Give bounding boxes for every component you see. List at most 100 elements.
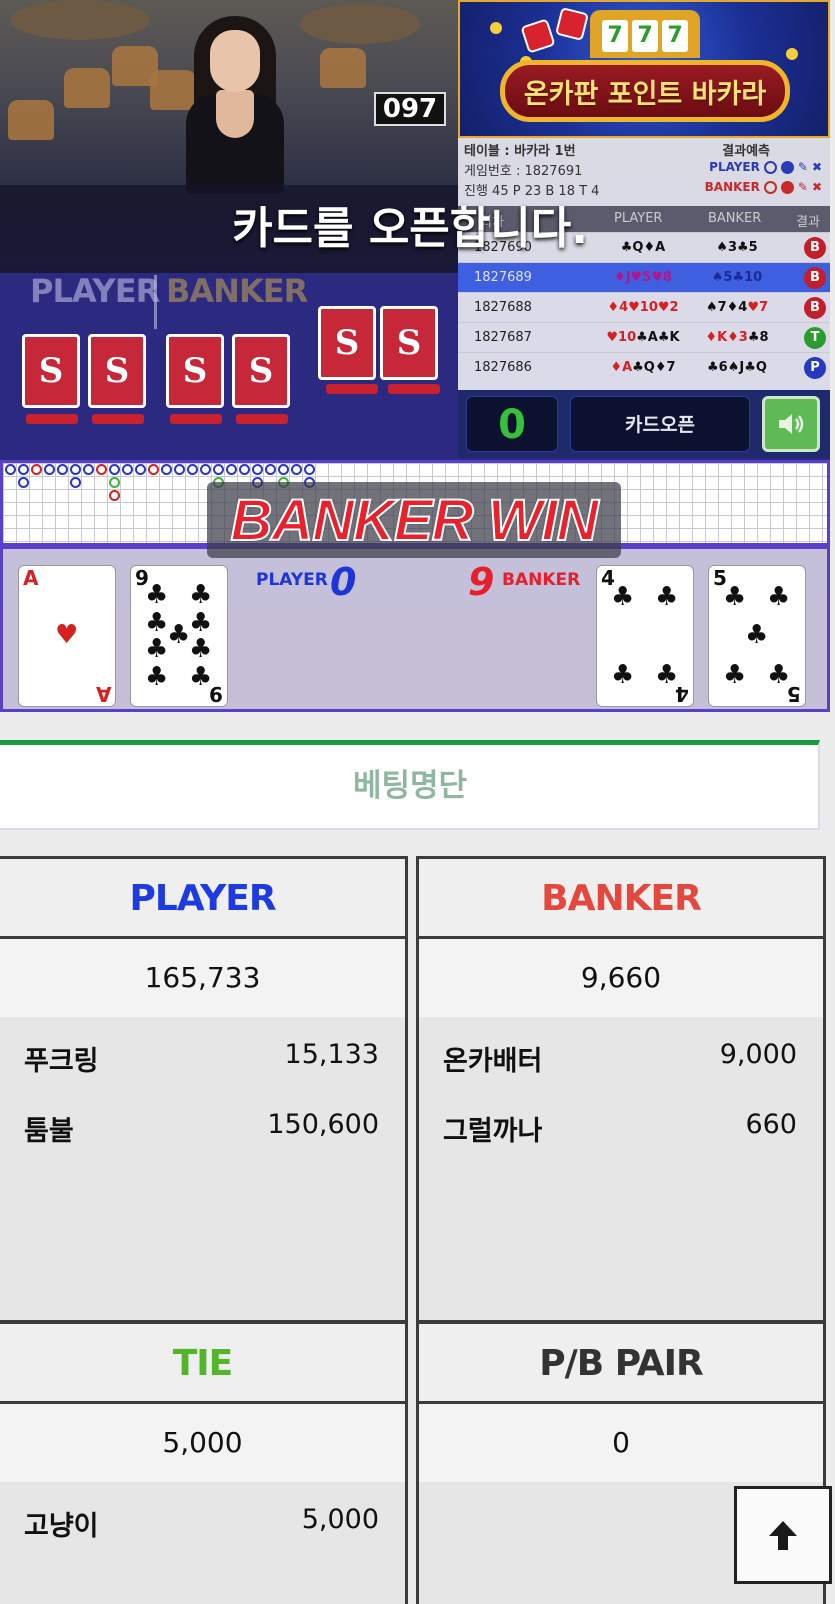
open-card-button[interactable]: 카드오픈: [570, 396, 750, 452]
bettor-name: 툼불: [24, 1116, 74, 1147]
dice-icon: [520, 18, 556, 54]
card-rank: A: [95, 682, 111, 706]
card-suit-icon: ♣: [723, 582, 747, 612]
history-result-badge: B: [804, 267, 826, 289]
card-holder: [170, 414, 222, 424]
history-row: 1827687 ♥10♣A♣K ♦K♦3♣8 T: [458, 322, 830, 352]
pencil-icon[interactable]: ✎: [798, 160, 808, 174]
card-suit-icon: ♣: [189, 634, 213, 664]
bead-marker: [252, 464, 263, 475]
bead-marker: [109, 464, 120, 475]
bet-total-pair: 0: [419, 1404, 823, 1482]
card-suit-icon: ♣: [189, 608, 213, 638]
circle-outline-icon[interactable]: [763, 160, 777, 174]
circle-filled-icon[interactable]: [780, 160, 794, 174]
banker-predict[interactable]: BANKER ✎ ✖: [705, 180, 822, 194]
bettor-name: 온카배터: [443, 1046, 543, 1077]
card-suit-icon: ♣: [655, 660, 679, 690]
slot-symbol: 7: [602, 20, 628, 52]
history-round: 1827690: [474, 240, 532, 255]
circle-filled-icon[interactable]: [780, 180, 794, 194]
table-name: 테이블 : 바카라 1번: [464, 144, 576, 159]
history-row: 1827686 ♦A♣Q♦7 ♣6♠J♣Q P: [458, 352, 830, 382]
card-holder: [26, 414, 78, 424]
bead-marker: [265, 464, 276, 475]
felt-player-label: PLAYER: [30, 272, 160, 310]
bet-head-pair: P/B PAIR: [419, 1324, 823, 1404]
bead-marker: [161, 464, 172, 475]
banker-score-label: BANKER: [502, 570, 581, 590]
dice-icon: [555, 7, 589, 41]
slot-symbol: 7: [632, 20, 658, 52]
bet-total-tie: 5,000: [0, 1404, 405, 1482]
bead-marker: [213, 464, 224, 475]
card-suit-icon: ♣: [145, 662, 169, 692]
playing-card: 4 4 ♣ ♣ ♣ ♣: [596, 565, 694, 707]
bead-marker: [148, 464, 159, 475]
history-banker-cards: ♣6♠J♣Q: [707, 360, 767, 375]
bead-marker: [44, 464, 55, 475]
bead-marker: [18, 477, 29, 488]
card-suit-icon: ♣: [167, 620, 191, 650]
bettor-name: 고냥이: [24, 1511, 99, 1542]
history-banker-cards: ♠5♣10: [711, 270, 763, 285]
bet-amount: 660: [745, 1109, 797, 1140]
history-round: 1827688: [474, 300, 532, 315]
bead-marker: [291, 464, 302, 475]
sound-toggle[interactable]: [762, 396, 820, 452]
card-suit-icon: ♥: [55, 620, 79, 650]
bet-column-player: PLAYER 165,733 푸크링 15,133 툼불 150,600: [0, 856, 408, 1323]
card-suit-icon: ♣: [611, 582, 635, 612]
card-suit-icon: ♣: [767, 660, 791, 690]
card-back: S: [166, 334, 224, 408]
bet-entry: 그럴까나 660: [419, 1109, 823, 1149]
history-banker-cards: ♠7♦4♥7: [705, 300, 769, 315]
dealer: [180, 16, 290, 194]
message-backdrop: [0, 185, 460, 273]
history-col-result: 결과: [796, 215, 820, 230]
close-icon[interactable]: ✖: [812, 180, 822, 194]
bead-marker: [70, 477, 81, 488]
logo-sign: 온카판 포인트 바카라: [500, 60, 790, 122]
history-banker-cards: ♠3♣5: [716, 240, 758, 255]
bet-entry: 온카배터 9,000: [419, 1039, 823, 1079]
bet-entry: 푸크링 15,133: [0, 1039, 405, 1079]
history-row: 1827689 ♦J♥5♥8 ♠5♣10 B: [458, 262, 830, 292]
bead-marker: [304, 464, 315, 475]
game-view: 097 PLAYER BANKER S S S S S S 7 7 7 온카판 …: [0, 0, 830, 712]
bet-amount: 150,600: [267, 1109, 379, 1140]
bead-marker: [70, 464, 81, 475]
bet-total-banker: 9,660: [419, 939, 823, 1017]
card-holder: [92, 414, 144, 424]
scroll-to-top-button[interactable]: [734, 1486, 832, 1584]
betting-list-header: 베팅명단: [0, 740, 820, 830]
arrow-up-icon: [769, 1521, 797, 1550]
card-suit-icon: ♣: [145, 608, 169, 638]
bet-head-banker: BANKER: [419, 859, 823, 939]
circle-outline-icon[interactable]: [763, 180, 777, 194]
bet-entry: 툼불 150,600: [0, 1109, 405, 1149]
win-text: BANKER WIN: [230, 487, 600, 554]
bet-column-banker: BANKER 9,660 온카배터 9,000 그럴까나 660: [416, 856, 826, 1323]
bead-marker: [109, 490, 120, 501]
player-predict[interactable]: PLAYER ✎ ✖: [709, 160, 822, 174]
bead-marker: [18, 464, 29, 475]
bead-marker: [109, 477, 120, 488]
result-area: [0, 546, 830, 712]
predict-label: 결과예측: [722, 144, 770, 159]
bead-marker: [187, 464, 198, 475]
history-col-player: PLAYER: [614, 211, 663, 226]
card-back: S: [318, 306, 376, 380]
bead-marker: [5, 464, 16, 475]
pencil-icon[interactable]: ✎: [798, 180, 808, 194]
bet-entry: 고냥이 5,000: [0, 1504, 405, 1544]
close-icon[interactable]: ✖: [812, 160, 822, 174]
history-row: 1827688 ♦4♥10♥2 ♠7♦4♥7 B: [458, 292, 830, 322]
bead-marker: [31, 464, 42, 475]
history-round: 1827687: [474, 330, 532, 345]
progress-stats: 진행 45 P 23 B 18 T 4: [464, 184, 600, 199]
bead-marker: [174, 464, 185, 475]
card-suit-icon: ♣: [145, 580, 169, 610]
bead-marker: [239, 464, 250, 475]
history-col-round: 회차: [480, 215, 504, 230]
